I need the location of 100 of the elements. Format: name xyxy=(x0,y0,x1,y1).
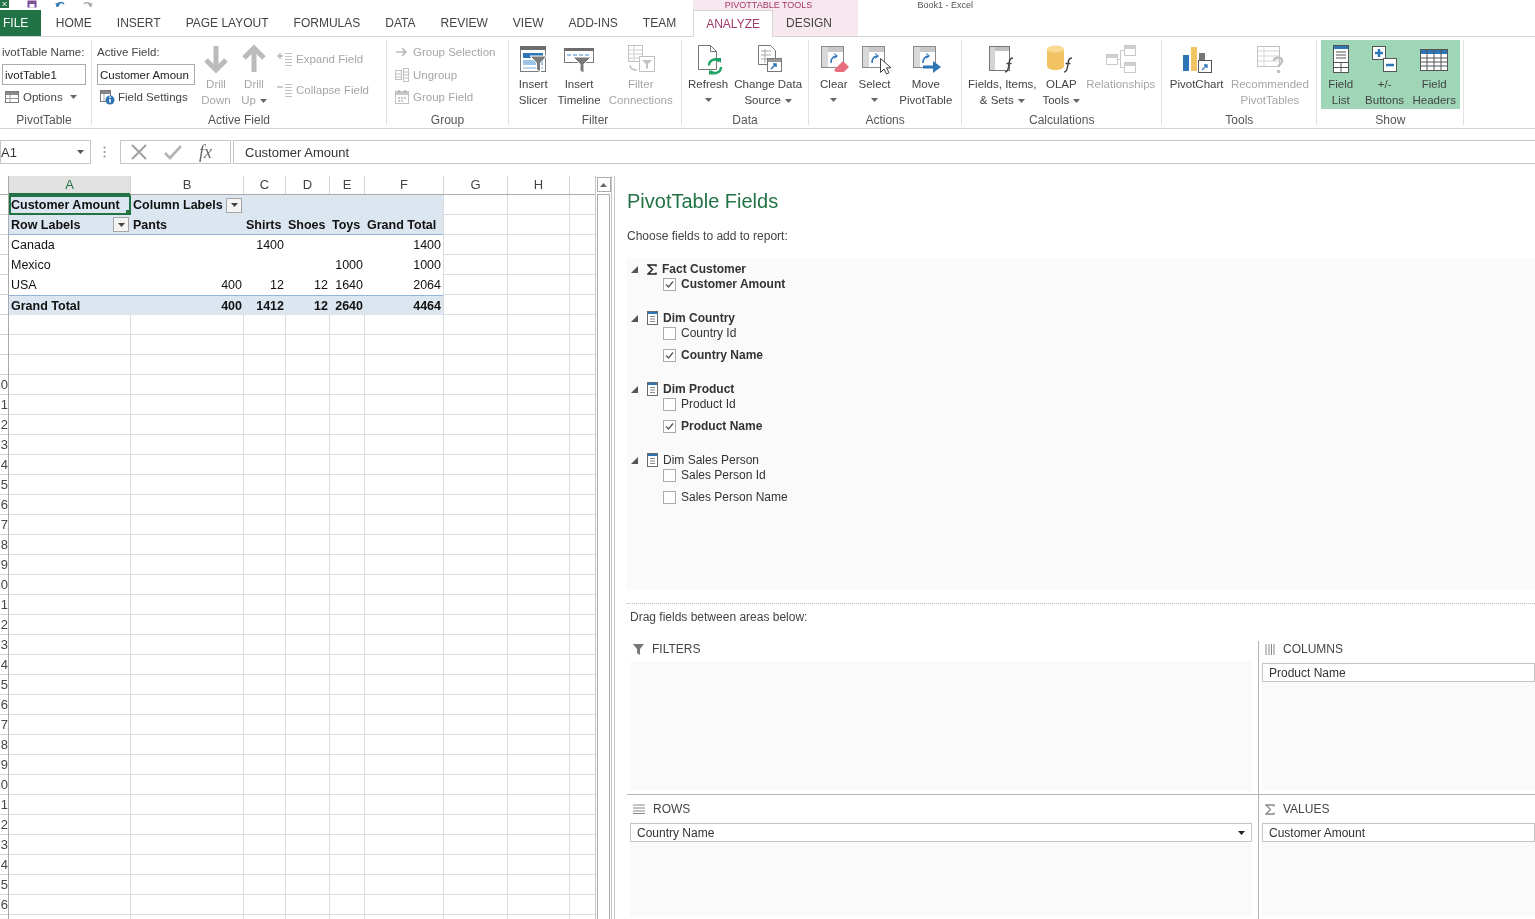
checkbox[interactable] xyxy=(663,397,676,411)
row-number[interactable]: 3 xyxy=(0,835,8,855)
row-number[interactable]: 3 xyxy=(0,435,8,455)
row-number[interactable]: 1 xyxy=(0,595,8,615)
ribbon-button[interactable]: Options xyxy=(2,86,86,108)
column-header[interactable]: G xyxy=(444,176,507,194)
row-number[interactable]: 4 xyxy=(0,655,8,675)
field-name[interactable]: Country Name xyxy=(681,348,763,362)
table-name[interactable]: Fact Customer xyxy=(662,262,747,276)
row-number[interactable]: 2 xyxy=(0,815,8,835)
check-icon[interactable] xyxy=(164,144,182,160)
dropdown-button[interactable] xyxy=(226,197,242,213)
table-name[interactable]: Dim Product xyxy=(663,382,735,396)
cross-icon[interactable] xyxy=(131,144,147,160)
ribbon-button[interactable]: Refresh xyxy=(685,40,732,109)
scrollbar-thumb[interactable] xyxy=(597,194,610,919)
toggle-button[interactable]: Field Headers xyxy=(1408,40,1460,109)
row-number[interactable]: 0 xyxy=(0,775,8,795)
column-header[interactable]: C xyxy=(244,176,285,194)
selected-cell[interactable]: Customer Amount xyxy=(9,195,131,215)
row-number[interactable]: 2 xyxy=(0,415,8,435)
row-number[interactable]: 9 xyxy=(0,555,8,575)
text-field[interactable]: Customer Amoun xyxy=(97,64,195,85)
ribbon-button[interactable]: OLAP Tools xyxy=(1039,40,1084,109)
ribbon-tab[interactable]: PAGE LAYOUT xyxy=(173,10,282,36)
ribbon-button[interactable]: Insert Slicer xyxy=(514,40,553,109)
file-tab[interactable]: FILE xyxy=(0,10,42,36)
triangle-icon[interactable] xyxy=(631,456,638,464)
ribbon-tab[interactable]: DESIGN xyxy=(773,10,845,36)
row-number[interactable]: 5 xyxy=(0,675,8,695)
checkbox[interactable] xyxy=(663,419,676,433)
field-chip[interactable]: Customer Amount xyxy=(1262,823,1535,842)
triangle-icon[interactable] xyxy=(631,314,638,322)
scroll-up-button[interactable] xyxy=(596,177,611,192)
field-name[interactable]: Product Id xyxy=(681,397,736,411)
ribbon-button[interactable]: PivotChart xyxy=(1166,40,1227,109)
row-number[interactable]: 7 xyxy=(0,715,8,735)
row-number[interactable]: 1 xyxy=(0,795,8,815)
column-header[interactable]: B xyxy=(131,176,243,194)
row-number[interactable]: 8 xyxy=(0,735,8,755)
field-name[interactable]: Sales Person Name xyxy=(681,490,788,504)
toggle-button[interactable]: +/- Buttons xyxy=(1361,40,1409,109)
checkbox[interactable] xyxy=(663,348,676,362)
row-number[interactable]: 4 xyxy=(0,855,8,875)
ribbon-button[interactable]: Select xyxy=(855,40,894,109)
row-number[interactable]: 9 xyxy=(0,755,8,775)
row-number[interactable]: 2 xyxy=(0,615,8,635)
grip-icon[interactable] xyxy=(103,146,106,158)
ribbon-button[interactable]: Move PivotTable xyxy=(896,40,956,109)
toggle-button[interactable]: Field List xyxy=(1320,40,1361,109)
row-number[interactable]: 8 xyxy=(0,535,8,555)
row-number[interactable]: 5 xyxy=(0,875,8,895)
column-header[interactable]: E xyxy=(330,176,364,194)
formula-field[interactable]: Customer Amount xyxy=(233,140,1535,164)
field-name[interactable]: Country Id xyxy=(681,326,737,340)
row-number[interactable]: 6 xyxy=(0,695,8,715)
insert-function-button[interactable]: fx xyxy=(199,142,212,162)
ribbon-tab[interactable]: HOME xyxy=(43,10,105,36)
dropdown-button[interactable] xyxy=(113,217,129,232)
ribbon-tab[interactable]: REVIEW xyxy=(428,10,501,36)
column-header[interactable]: A xyxy=(9,176,130,195)
row-number[interactable]: 0 xyxy=(0,375,8,395)
undo-icon[interactable] xyxy=(55,0,65,8)
save-icon[interactable] xyxy=(27,0,37,8)
name-box[interactable]: A1 xyxy=(0,140,91,164)
ribbon-button[interactable]: Insert Timeline xyxy=(554,40,604,109)
text-field[interactable]: ivotTable1 xyxy=(2,64,86,85)
checkbox[interactable] xyxy=(663,468,676,482)
row-number[interactable]: 6 xyxy=(0,495,8,515)
row-number[interactable]: 6 xyxy=(0,895,8,915)
row-number[interactable]: 3 xyxy=(0,635,8,655)
field-name[interactable]: Product Name xyxy=(681,419,763,433)
field-chip[interactable]: Product Name xyxy=(1262,663,1535,682)
ribbon-button[interactable]: Change Data Source xyxy=(731,40,806,109)
triangle-icon[interactable] xyxy=(631,385,638,393)
fill-handle[interactable] xyxy=(126,210,131,215)
row-number[interactable]: 4 xyxy=(0,455,8,475)
ribbon-tab[interactable]: VIEW xyxy=(500,10,556,36)
row-number[interactable]: 1 xyxy=(0,395,8,415)
checkbox[interactable] xyxy=(663,277,676,291)
ribbon-tab[interactable]: ANALYZE xyxy=(692,10,774,37)
checkbox[interactable] xyxy=(663,490,676,504)
triangle-icon[interactable] xyxy=(631,265,638,273)
column-header[interactable]: D xyxy=(286,176,329,194)
ribbon-button[interactable]: Field Settings xyxy=(97,86,195,108)
spreadsheet-app-icon[interactable] xyxy=(0,0,9,8)
row-number[interactable]: 5 xyxy=(0,475,8,495)
field-name[interactable]: Sales Person Id xyxy=(681,468,766,482)
row-number[interactable]: 0 xyxy=(0,575,8,595)
ribbon-tab[interactable]: ADD-INS xyxy=(556,10,631,36)
row-number[interactable]: 7 xyxy=(0,515,8,535)
ribbon-tab[interactable]: DATA xyxy=(372,10,428,36)
field-chip[interactable]: Country Name xyxy=(630,823,1252,842)
ribbon-tab[interactable]: FORMULAS xyxy=(281,10,373,36)
column-header[interactable]: F xyxy=(365,176,443,194)
column-header[interactable]: H xyxy=(508,176,569,194)
table-name[interactable]: Dim Country xyxy=(663,311,735,325)
ribbon-button[interactable]: Clear xyxy=(814,40,853,109)
checkbox[interactable] xyxy=(663,326,676,340)
field-name[interactable]: Customer Amount xyxy=(681,277,786,291)
